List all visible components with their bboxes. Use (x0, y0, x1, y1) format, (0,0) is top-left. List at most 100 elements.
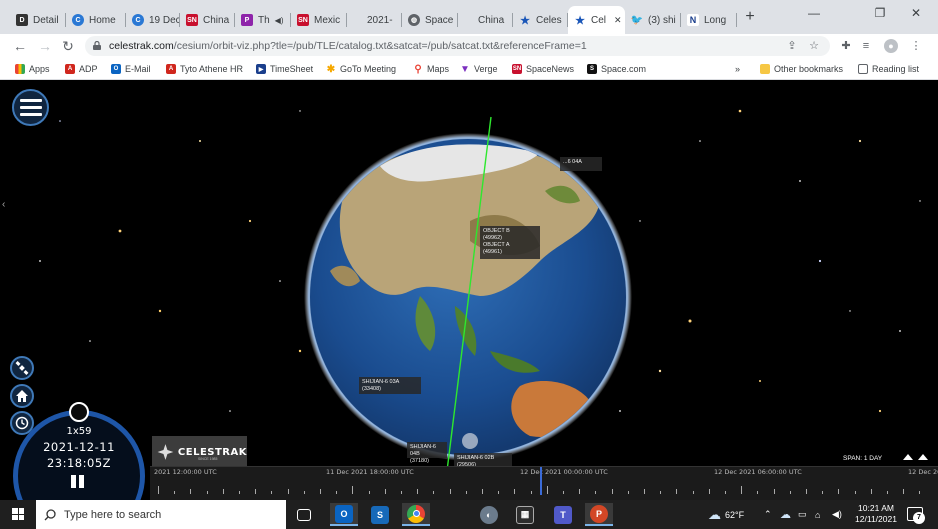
bookmark-goto[interactable]: ✱ GoTo Meeting (326, 62, 396, 76)
display-icon[interactable]: ▭ (798, 500, 807, 529)
forward-arrow-icon[interactable]: → (35, 36, 55, 56)
sat-label-sj6-04b[interactable]: SHIJIAN-6 04B (37180) (407, 442, 447, 464)
weather-widget[interactable]: ☁ 62°F (708, 500, 744, 529)
twitter-icon: 🐦 (630, 14, 644, 26)
celestrak-logo[interactable]: CELESTRAK SINCE 1985 (152, 436, 247, 468)
speaker-icon[interactable]: ◀) (275, 16, 284, 25)
pause-button[interactable] (71, 475, 85, 488)
satellite-icon-button[interactable] (10, 356, 34, 380)
bookmark-adp[interactable]: A ADP (65, 62, 98, 76)
restore-icon[interactable]: ❐ (866, 4, 894, 22)
taskbar-search-box[interactable]: Type here to search (36, 500, 286, 529)
show-hidden-icons-chevron-icon[interactable]: ⌃ (764, 500, 772, 529)
timeline-tick (465, 491, 467, 494)
orbit-viewer[interactable]: ‹ ...6 04A OBJECT B (49962) OBJECT A (49… (0, 81, 938, 500)
tab-detail[interactable]: D Detail (10, 6, 66, 34)
system-clock[interactable]: 10:21 AM 12/11/2021 (852, 503, 900, 525)
calculator-icon[interactable]: ▦ (511, 503, 539, 526)
share-icon[interactable]: ⇪ (785, 39, 799, 53)
timeline-tick (482, 489, 483, 494)
new-tab-button[interactable]: + (742, 9, 758, 25)
tab-mexico[interactable]: SN Mexic (291, 6, 347, 34)
extensions-puzzle-icon[interactable]: ✚ (838, 38, 854, 54)
tab-space[interactable]: ◍ Space (402, 6, 458, 34)
sat-label-object-b-a[interactable]: OBJECT B (49962) OBJECT A (49961) (480, 226, 540, 259)
close-tab-icon[interactable]: ✕ (614, 15, 622, 26)
tab-china[interactable]: China (458, 6, 513, 34)
address-bar[interactable]: celestrak.com/cesium/orbit-viz.php?tle=/… (85, 36, 830, 56)
volume-icon[interactable]: ◀) (832, 500, 842, 529)
speed-shuttle-knob[interactable] (69, 402, 89, 422)
sat-label-sj6-02b[interactable]: SHIJIAN-6 02B (29506) (454, 453, 512, 468)
timeline-tick (595, 491, 597, 494)
tab-twitter[interactable]: 🐦 (3) shi (625, 6, 681, 34)
sat-label-sj6-03a[interactable]: SHIJIAN-6 03A (33408) (359, 377, 421, 394)
collapse-panel-chevron-icon[interactable]: ‹ (2, 199, 5, 210)
n-icon: N (687, 14, 699, 26)
timeline-tick (303, 491, 305, 494)
gmail-app-icon[interactable]: ◐ (475, 503, 503, 526)
timeline-span: SPAN: 1 DAY (843, 455, 883, 462)
bookmarks-overflow-button[interactable]: » (735, 62, 740, 76)
chrome-icon[interactable] (402, 503, 430, 526)
timeline-tick (530, 491, 532, 494)
tab-home[interactable]: C Home (66, 6, 126, 34)
reading-list-button[interactable]: Reading list (858, 62, 919, 76)
search-icon (44, 508, 56, 520)
timeline-tick (174, 491, 176, 494)
powerpoint-icon[interactable]: P (585, 503, 613, 526)
reading-mode-icon[interactable]: ≡ (858, 38, 874, 54)
globe-scene (39, 109, 921, 500)
task-view-icon[interactable] (290, 503, 318, 526)
tab-china-sn[interactable]: SN China (180, 6, 235, 34)
back-arrow-icon[interactable]: ← (10, 36, 30, 56)
bookmark-star-icon[interactable]: ☆ (807, 39, 821, 53)
folder-icon (760, 64, 770, 74)
tab-celestrak[interactable]: ★ Celes (513, 6, 568, 34)
timeline-tick (287, 489, 289, 494)
tab-19-dec[interactable]: C 19 Dec (126, 6, 180, 34)
network-icon[interactable]: ⌂ (815, 500, 820, 529)
bookmark-maps[interactable]: ⚲ Maps (413, 62, 449, 76)
close-window-icon[interactable]: ✕ (902, 4, 930, 22)
profile-avatar-icon[interactable]: ● (884, 39, 898, 53)
windows-taskbar: Type here to search O S ◐ ▦ T P ☁ 62°F ⌃… (0, 500, 938, 529)
onedrive-cloud-icon[interactable]: ☁ (780, 500, 791, 529)
timeline-tick (676, 489, 678, 494)
bookmark-apps[interactable]: Apps (15, 62, 50, 76)
bookmark-space-com[interactable]: S Space.com (587, 62, 646, 76)
span-increase-icon[interactable] (903, 454, 913, 460)
teams-icon[interactable]: T (549, 503, 577, 526)
tab-th[interactable]: P Th ◀) (235, 6, 291, 34)
celestrak-c-icon: C (72, 14, 84, 26)
bookmark-timesheet[interactable]: ▶ TimeSheet (256, 62, 313, 76)
timeline-bar[interactable]: 2021 12:00:00 UTC 11 Dec 2021 18:00:00 U… (150, 466, 938, 500)
bookmark-tyto[interactable]: A Tyto Athene HR (166, 62, 243, 76)
cloud-icon: ☁ (708, 506, 721, 522)
home-view-button[interactable] (10, 384, 34, 408)
span-decrease-icon[interactable] (918, 454, 928, 460)
timeline-tick (271, 491, 273, 494)
timeline-tick (919, 491, 921, 494)
reload-icon[interactable]: ↻ (58, 36, 78, 56)
timeline-current-time-needle[interactable] (540, 467, 542, 495)
star-icon: ★ (575, 14, 585, 27)
timeline-tick (627, 491, 629, 494)
windows-start-icon[interactable] (12, 508, 24, 520)
timeline-tick (433, 491, 435, 494)
hamburger-menu-button[interactable] (12, 89, 49, 126)
minimize-icon[interactable]: — (800, 4, 828, 22)
timeline-tick (903, 489, 905, 494)
adp-icon: A (166, 64, 176, 74)
outlook-icon[interactable]: O (330, 503, 358, 526)
s-app-icon[interactable]: S (366, 503, 394, 526)
bookmark-verge[interactable]: ▼ Verge (460, 62, 497, 76)
kebab-menu-icon[interactable]: ⋮ (908, 38, 924, 54)
bookmark-spacenews[interactable]: SN SpaceNews (512, 62, 574, 76)
sat-label-sj6-04a[interactable]: ...6 04A (560, 157, 602, 171)
tab-celestrak-active[interactable]: ★ Cel ✕ (568, 6, 625, 34)
tab-long[interactable]: N Long (681, 6, 737, 34)
bookmark-email[interactable]: O E-Mail (111, 62, 151, 76)
tab-2021[interactable]: 2021- (347, 6, 402, 34)
other-bookmarks-folder[interactable]: Other bookmarks (760, 62, 843, 76)
